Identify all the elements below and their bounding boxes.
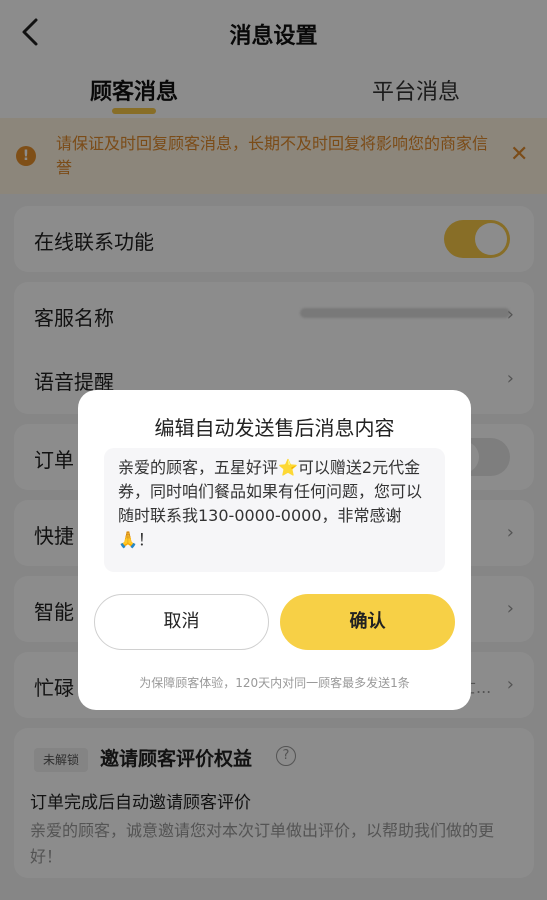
edit-message-dialog: 编辑自动发送售后消息内容 亲爱的顾客，五星好评⭐可以赠送2元代金券，同时咱们餐品… (78, 390, 471, 710)
dialog-title: 编辑自动发送售后消息内容 (154, 416, 395, 440)
message-textarea[interactable]: 亲爱的顾客，五星好评⭐可以赠送2元代金券，同时咱们餐品如果有任何问题，您可以随时… (104, 448, 445, 572)
message-text: 亲爱的顾客，五星好评⭐可以赠送2元代金券，同时咱们餐品如果有任何问题，您可以随时… (118, 458, 423, 549)
cancel-button[interactable]: 取消 (94, 594, 269, 650)
dialog-footnote: 为保障顾客体验，120天内对同一顾客最多发送1条 (139, 676, 410, 690)
confirm-button[interactable]: 确认 (280, 594, 455, 650)
